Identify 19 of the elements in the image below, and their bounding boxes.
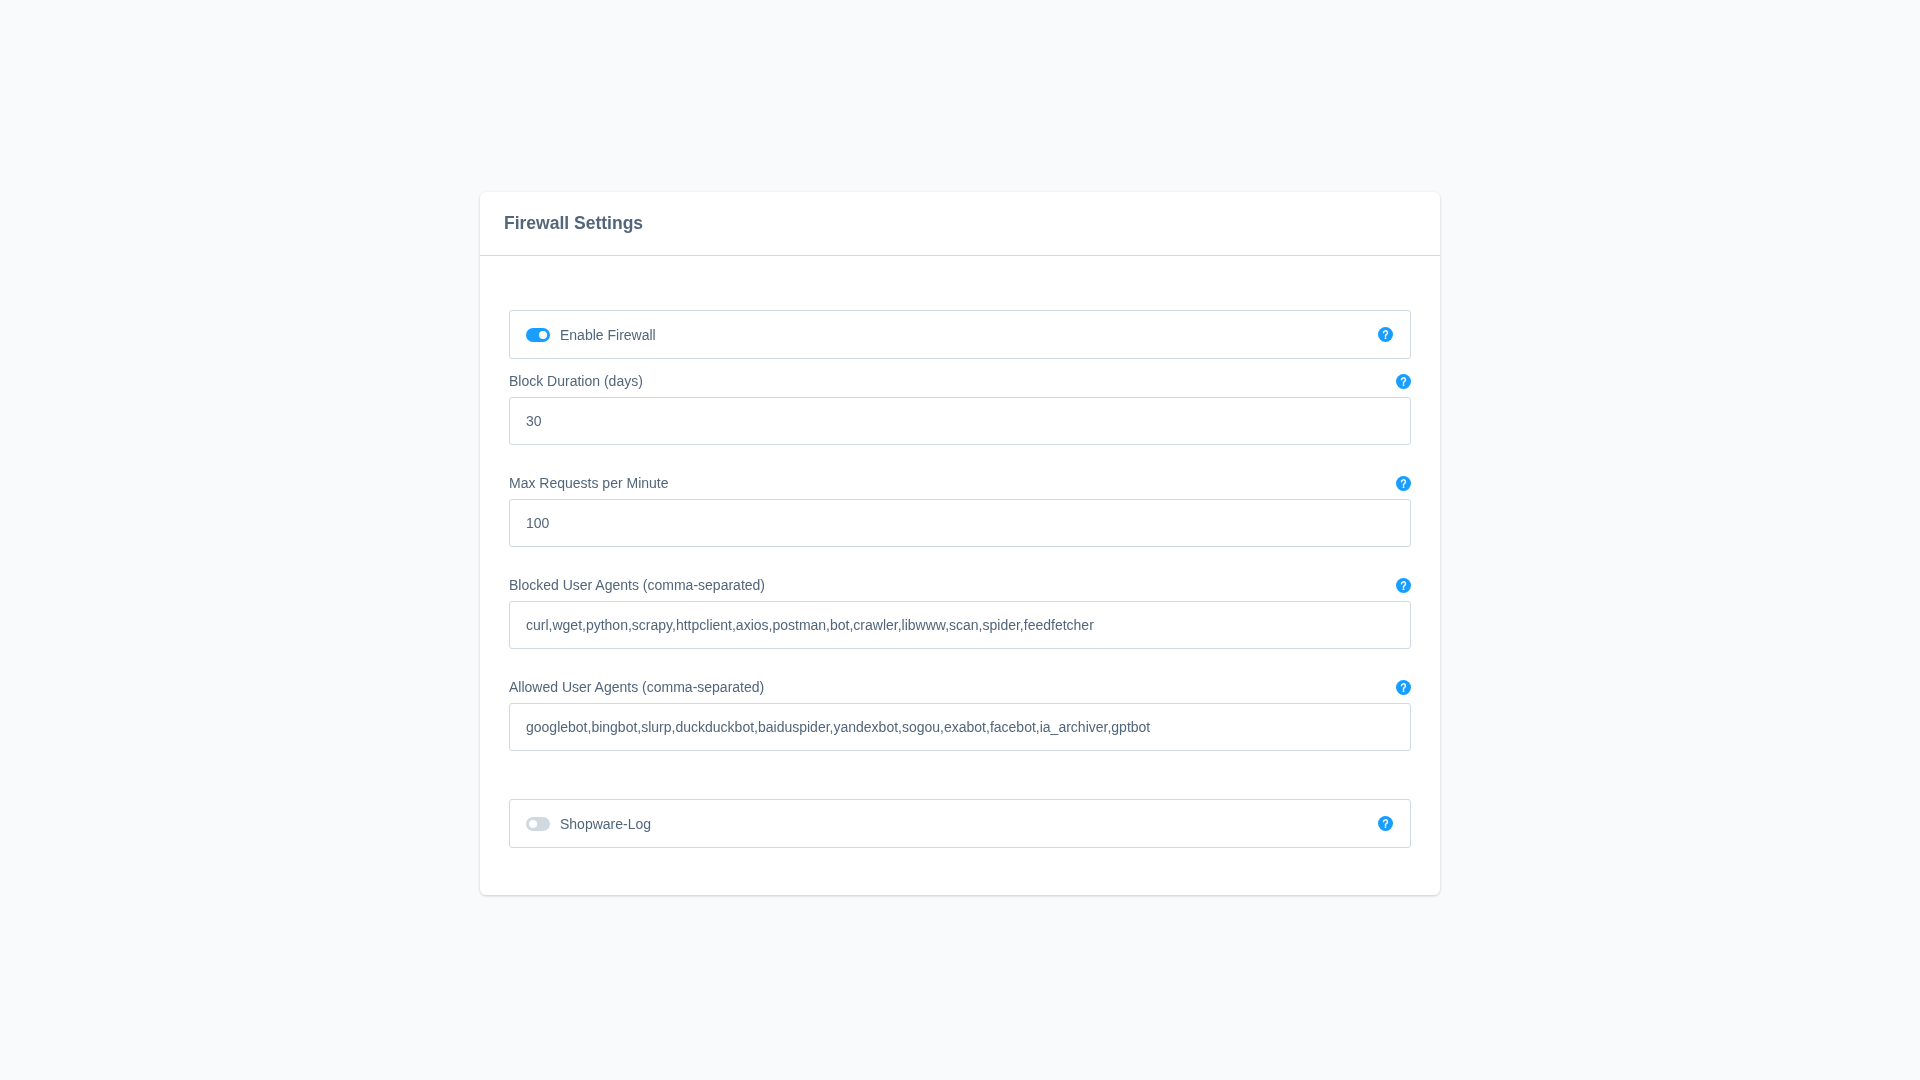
card-title: Firewall Settings xyxy=(504,213,644,234)
input-field[interactable]: curl,wget,python,scrapy,httpclient,axios,postman,bot,crawler,libwww,scan,spider,feedfetcher xyxy=(509,601,1411,649)
toggle-label: Enable Firewall xyxy=(560,326,657,343)
toggle-switch[interactable] xyxy=(526,816,550,831)
help-icon[interactable] xyxy=(1396,475,1411,491)
field-label: Allowed User Agents (comma-separated) xyxy=(509,679,765,695)
help-icon[interactable] xyxy=(1378,816,1393,831)
help-icon[interactable] xyxy=(1396,679,1411,695)
field-label: Block Duration (days) xyxy=(509,373,643,389)
help-icon[interactable] xyxy=(1396,577,1411,593)
input-field[interactable]: 100 xyxy=(509,499,1411,547)
input-field[interactable]: 30 xyxy=(509,397,1411,445)
field-label: Max Requests per Minute xyxy=(509,475,669,491)
help-icon[interactable] xyxy=(1378,327,1393,342)
toggle-label: Shopware-Log xyxy=(560,815,653,832)
help-icon[interactable] xyxy=(1396,373,1411,389)
toggle-switch[interactable] xyxy=(526,327,550,342)
input-field[interactable]: googlebot,bingbot,slurp,duckduckbot,baiduspider,yandexbot,sogou,exabot,facebot,ia_archiver,gptbot xyxy=(509,703,1411,751)
field-label: Blocked User Agents (comma-separated) xyxy=(509,577,765,593)
